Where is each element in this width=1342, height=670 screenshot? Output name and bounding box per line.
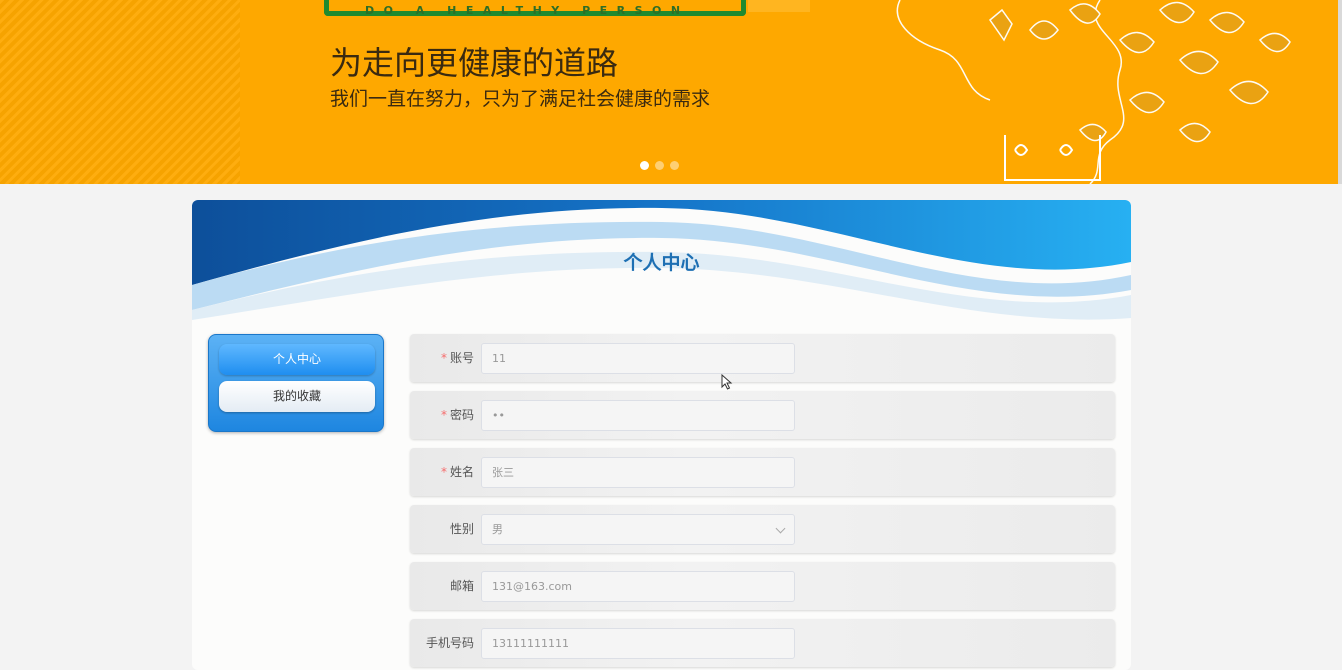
carousel-dot[interactable]: [640, 161, 649, 170]
scrollbar[interactable]: [1338, 0, 1342, 184]
tree-illustration: [896, 0, 1291, 184]
email-input[interactable]: 131@163.com: [481, 571, 795, 602]
required-marker: *: [440, 408, 447, 422]
phone-label: 手机号码: [425, 636, 474, 650]
name-label-text: 姓名: [449, 465, 474, 479]
sidebar-item-profile[interactable]: 个人中心: [219, 344, 375, 375]
gender-select-value: 男: [492, 523, 503, 536]
account-label-text: 账号: [449, 351, 474, 365]
password-input[interactable]: ••: [481, 400, 795, 431]
form-row-password: * 密码 ••: [410, 391, 1115, 439]
sidebar-menu: 个人中心 我的收藏: [208, 334, 384, 432]
required-marker: *: [440, 465, 447, 479]
name-input[interactable]: 张三: [481, 457, 795, 488]
banner-title: 为走向更健康的道路: [330, 44, 619, 82]
carousel-indicators: [640, 161, 679, 170]
banner-wave-pattern: [0, 0, 240, 184]
gender-select[interactable]: 男: [481, 514, 795, 545]
mouse-cursor-icon: [721, 374, 733, 390]
hero-banner: DO A HEALTHY PERSON 为走向更健康的道路 我们一直在努力，只为…: [0, 0, 1342, 184]
account-label: * 账号: [410, 334, 474, 382]
gender-label: 性别: [449, 522, 474, 536]
form-row-account: * 账号 11: [410, 334, 1115, 382]
form-row-name: * 姓名 张三: [410, 448, 1115, 496]
form-row-phone: 手机号码 13111111111: [410, 619, 1115, 667]
password-label-text: 密码: [449, 408, 474, 422]
page-title: 个人中心: [623, 252, 700, 274]
carousel-dot[interactable]: [655, 161, 664, 170]
name-label: * 姓名: [410, 448, 474, 496]
form-row-gender: 性别 男: [410, 505, 1115, 553]
phone-input[interactable]: 13111111111: [481, 628, 795, 659]
account-input[interactable]: 11: [481, 343, 795, 374]
email-label: 邮箱: [449, 579, 474, 593]
sidebar-item-favorites[interactable]: 我的收藏: [219, 381, 375, 412]
logo-decoration: [748, 0, 810, 12]
required-marker: *: [440, 351, 447, 365]
password-label: * 密码: [410, 391, 474, 439]
chevron-down-icon: [775, 523, 786, 534]
logo-subtitle: DO A HEALTHY PERSON: [365, 4, 690, 17]
banner-subtitle: 我们一直在努力，只为了满足社会健康的需求: [330, 88, 711, 110]
carousel-dot[interactable]: [670, 161, 679, 170]
form-row-email: 邮箱 131@163.com: [410, 562, 1115, 610]
